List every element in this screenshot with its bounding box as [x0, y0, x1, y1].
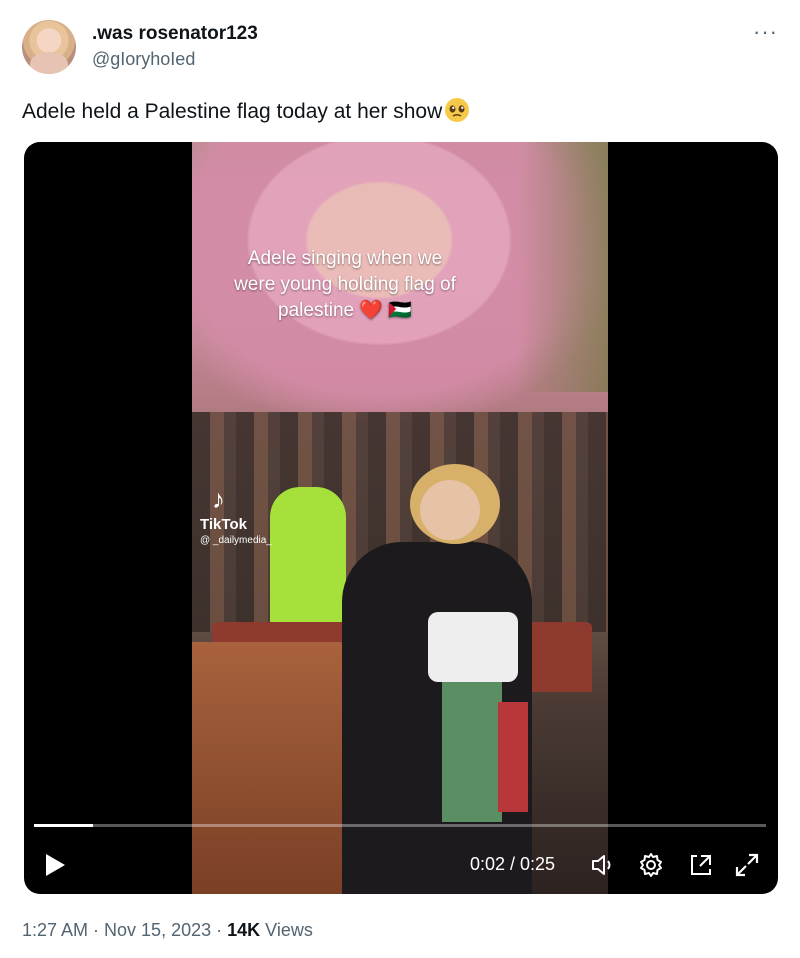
video-player[interactable]: Adele singing when we were young holding…: [24, 142, 778, 894]
volume-icon[interactable]: [590, 852, 616, 878]
more-icon[interactable]: ···: [753, 21, 778, 43]
views-label: Views: [260, 920, 313, 940]
video-caption: Adele singing when we were young holding…: [192, 246, 498, 324]
timestamp[interactable]: 1:27 AM · Nov 15, 2023 ·: [22, 920, 227, 940]
tweet-header: .was rosenator123 @gIoryhoIed ···: [22, 20, 782, 76]
progress-bar[interactable]: [34, 824, 766, 827]
time-display: 0:02 / 0:25: [470, 854, 556, 874]
avatar[interactable]: [22, 20, 76, 74]
tweet-text: Adele held a Palestine flag today at her…: [22, 96, 471, 126]
picture-in-picture-icon[interactable]: [688, 852, 714, 878]
video-frame: Adele singing when we were young holding…: [192, 142, 608, 894]
tiktok-watermark: ♪ TikTok @ _dailymedia_: [200, 486, 272, 546]
settings-icon[interactable]: [638, 852, 664, 878]
progress-fill: [34, 824, 93, 827]
video-caption-line: were young holding flag of: [234, 274, 456, 295]
handle[interactable]: @gIoryhoIed: [92, 47, 258, 71]
tiktok-icon: ♪: [212, 484, 225, 514]
author-names: .was rosenator123 @gIoryhoIed: [92, 22, 258, 71]
tweet-body: Adele held a Palestine flag today at her…: [22, 100, 443, 123]
video-caption-line: palestine ❤️ 🇵🇸: [278, 300, 412, 321]
tiktok-user: @ _dailymedia_: [200, 535, 272, 546]
video-caption-line: Adele singing when we: [247, 248, 443, 269]
pleading-face-emoji: [443, 96, 471, 124]
display-name[interactable]: .was rosenator123: [92, 22, 258, 46]
views-count: 14K: [227, 920, 261, 940]
tweet-meta: 1:27 AM · Nov 15, 2023 · 14K Views: [22, 918, 313, 942]
fullscreen-icon[interactable]: [734, 852, 760, 878]
play-icon[interactable]: [42, 852, 68, 878]
tiktok-brand: TikTok: [200, 516, 247, 533]
